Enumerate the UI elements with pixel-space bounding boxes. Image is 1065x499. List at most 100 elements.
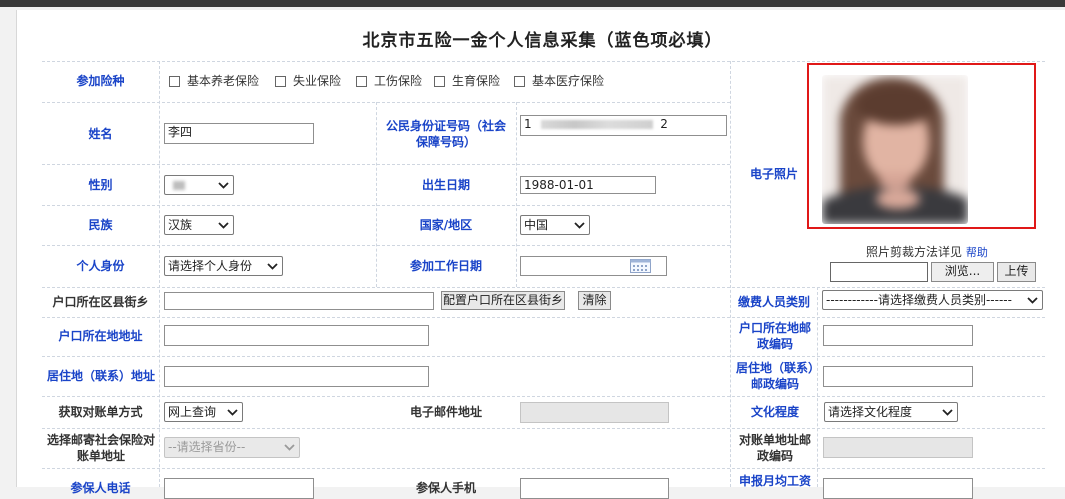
insurance-label: 参加险种	[76, 74, 125, 88]
mail-address-select[interactable]: --请选择省份--	[164, 437, 300, 458]
payer-type-label: 缴费人员类别	[737, 294, 810, 309]
photo-upload-button[interactable]: 上传	[997, 262, 1036, 282]
row-divider	[42, 245, 730, 246]
statement-postcode-input[interactable]	[823, 437, 973, 458]
id-number-end: 2	[660, 117, 668, 131]
statement-method-select[interactable]: 网上查询	[164, 402, 243, 422]
name-label: 姓名	[88, 127, 113, 141]
checkbox-work-injury[interactable]	[356, 76, 367, 87]
col-divider	[159, 61, 160, 487]
country-select[interactable]: 中国	[520, 215, 590, 235]
chevron-down-icon	[284, 444, 295, 451]
photo-image	[822, 75, 968, 224]
gender-value-redaction	[173, 181, 185, 190]
row-divider	[42, 287, 1045, 288]
work-start-input[interactable]	[520, 256, 667, 276]
clear-button[interactable]: 清除	[578, 291, 611, 310]
col-divider	[516, 102, 517, 287]
id-number-redaction	[541, 120, 654, 129]
mail-address-value: --请选择省份--	[168, 440, 246, 454]
calendar-icon[interactable]	[630, 259, 651, 273]
chevron-down-icon	[218, 222, 229, 229]
payer-type-select[interactable]: ------------请选择缴费人员类别------	[822, 290, 1043, 310]
hukou-address-label: 户口所在地地址	[58, 329, 143, 343]
photo-crop-hint-text: 照片剪裁方法详见	[866, 245, 963, 259]
monthly-salary-label: 申报月均工资	[738, 474, 811, 488]
checkbox-medical[interactable]	[514, 76, 525, 87]
photo-crop-hint: 照片剪裁方法详见 帮助	[866, 244, 988, 261]
email-label: 电子邮件地址	[409, 405, 482, 419]
identity-value: 请选择个人身份	[168, 259, 253, 273]
identity-label: 个人身份	[76, 259, 125, 273]
col-divider	[730, 61, 731, 487]
hukou-address-input[interactable]	[164, 325, 429, 346]
checkbox-pension[interactable]	[169, 76, 180, 87]
photo-help-link[interactable]: 帮助	[966, 246, 988, 259]
country-label: 国家/地区	[419, 218, 473, 232]
row-divider	[42, 164, 730, 165]
mobile-input[interactable]	[520, 478, 669, 499]
col-divider	[817, 287, 818, 487]
col-divider	[376, 102, 377, 287]
chevron-down-icon	[267, 263, 278, 270]
photo-label: 电子照片	[749, 167, 798, 181]
chevron-down-icon	[574, 222, 585, 229]
education-label: 文化程度	[750, 405, 799, 419]
payer-type-value: ------------请选择缴费人员类别------	[826, 293, 1012, 307]
row-divider	[42, 396, 1045, 397]
photo-file-input[interactable]	[830, 262, 928, 282]
id-number-start: 1	[524, 117, 532, 131]
statement-method-value: 网上查询	[168, 405, 217, 419]
chevron-down-icon	[942, 409, 953, 416]
chevron-down-icon	[218, 182, 229, 189]
country-value: 中国	[524, 218, 549, 232]
row-divider	[42, 428, 1045, 429]
checkbox-maternity[interactable]	[434, 76, 445, 87]
checkbox-label: 工伤保险	[374, 74, 423, 88]
row-divider	[42, 205, 730, 206]
row-divider	[42, 102, 730, 103]
checkbox-label: 基本医疗保险	[532, 74, 605, 88]
page-title: 北京市五险一金个人信息采集（蓝色项必填）	[362, 31, 723, 51]
id-number-input[interactable]: 1 2	[520, 115, 727, 136]
name-input[interactable]: 李四	[164, 123, 314, 144]
row-divider	[42, 468, 1045, 469]
email-input[interactable]	[520, 402, 669, 423]
hukou-district-label: 户口所在区县街乡	[52, 294, 149, 309]
id-number-label: 公民身份证号码（社会保障号码）	[385, 119, 506, 149]
work-start-label: 参加工作日期	[409, 259, 482, 273]
phone-input[interactable]	[164, 478, 314, 499]
education-value: 请选择文化程度	[828, 405, 913, 419]
ethnicity-label: 民族	[88, 218, 113, 232]
row-divider	[42, 61, 1045, 62]
checkbox-label: 生育保险	[452, 74, 501, 88]
statement-postcode-label: 对账单地址邮政编码	[738, 433, 811, 463]
row-divider	[42, 317, 1045, 318]
top-bar	[0, 0, 1065, 7]
hukou-district-input[interactable]	[164, 292, 434, 310]
row-divider	[42, 356, 1045, 357]
hukou-postcode-input[interactable]	[823, 325, 973, 346]
education-select[interactable]: 请选择文化程度	[824, 402, 958, 422]
birth-date-label: 出生日期	[421, 178, 470, 192]
residence-address-input[interactable]	[164, 366, 429, 387]
mobile-label: 参保人手机	[415, 481, 476, 495]
identity-select[interactable]: 请选择个人身份	[164, 256, 283, 276]
residence-postcode-label: 居住地（联系）邮政编码	[735, 361, 814, 391]
birth-date-input[interactable]: 1988-01-01	[520, 176, 656, 194]
config-hukou-district-button[interactable]: 配置户口所在区县街乡	[441, 291, 565, 310]
residence-address-label: 居住地（联系）地址	[46, 369, 155, 383]
ethnicity-select[interactable]: 汉族	[164, 215, 234, 235]
photo-browse-button[interactable]: 浏览...	[931, 262, 994, 282]
chevron-down-icon	[227, 409, 238, 416]
gender-select[interactable]	[164, 175, 234, 195]
monthly-salary-input[interactable]	[823, 478, 973, 499]
checkbox-label: 基本养老保险	[187, 74, 260, 88]
gender-label: 性别	[88, 178, 113, 192]
ethnicity-value: 汉族	[168, 218, 193, 232]
checkbox-unemployment[interactable]	[275, 76, 286, 87]
mail-address-label: 选择邮寄社会保险对账单地址	[46, 433, 155, 463]
phone-label: 参保人电话	[70, 481, 131, 495]
hukou-postcode-label: 户口所在地邮政编码	[738, 321, 811, 351]
residence-postcode-input[interactable]	[823, 366, 973, 387]
